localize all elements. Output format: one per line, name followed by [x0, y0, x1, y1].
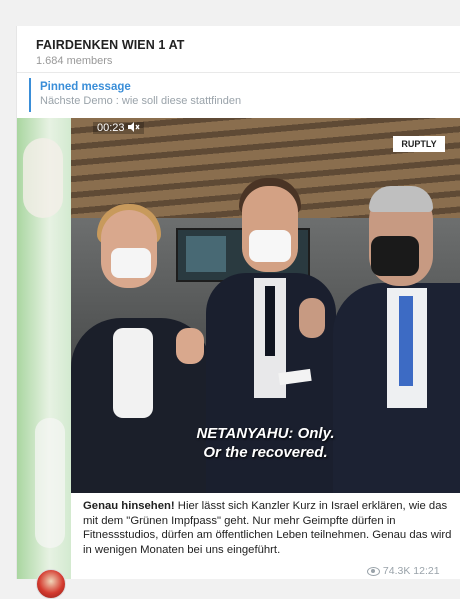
person-right-hair — [369, 186, 433, 212]
strip-figure-lower — [35, 418, 65, 548]
gesturing-hand — [176, 328, 204, 364]
ruptly-logo: RUPTLY — [393, 136, 445, 152]
person-left-shirt — [113, 328, 153, 418]
video-subtitle-line2: Or the recovered. — [203, 444, 328, 461]
strip-figure — [23, 138, 63, 218]
pinned-message[interactable]: Pinned message Nächste Demo : wie soll d… — [29, 78, 451, 112]
raised-hand — [299, 298, 325, 338]
chat-panel: FAIRDENKEN WIEN 1 AT 1.684 members Pinne… — [16, 26, 460, 599]
chat-header[interactable]: FAIRDENKEN WIEN 1 AT 1.684 members — [17, 26, 460, 73]
person-right-tie — [399, 296, 413, 386]
message-time: 12:21 — [413, 565, 440, 577]
screen-glow — [186, 236, 226, 272]
background-video-strip — [17, 118, 71, 579]
person-right-mask — [371, 236, 419, 276]
top-strip — [0, 0, 460, 26]
pinned-message-label: Pinned message — [40, 81, 131, 93]
speaker-muted-icon[interactable] — [127, 122, 140, 134]
member-count: 1.684 members — [36, 55, 113, 67]
caption-bold: Genau hinsehen! — [83, 500, 175, 512]
video-player[interactable]: 00:23 RUPTLY NETANYAHU: Only. Or the rec… — [71, 118, 460, 493]
message-caption: Genau hinsehen! Hier lässt sich Kanzler … — [83, 499, 455, 557]
video-subtitle-line1: NETANYAHU: Only. — [196, 425, 335, 442]
person-left-mask — [111, 248, 151, 278]
video-timer-text: 00:23 — [97, 122, 125, 134]
pinned-message-text: Nächste Demo : wie soll diese stattfinde… — [40, 95, 242, 107]
eye-icon — [367, 566, 380, 576]
person-center-mask — [249, 230, 291, 262]
video-timer[interactable]: 00:23 — [93, 122, 144, 134]
message-meta: 74.3K 12:21 — [367, 565, 440, 577]
view-count: 74.3K — [382, 565, 411, 577]
video-subtitle: NETANYAHU: Only. Or the recovered. — [71, 424, 460, 462]
person-center-tie — [265, 286, 275, 356]
chat-title[interactable]: FAIRDENKEN WIEN 1 AT — [36, 38, 185, 52]
channel-avatar[interactable] — [36, 569, 66, 599]
